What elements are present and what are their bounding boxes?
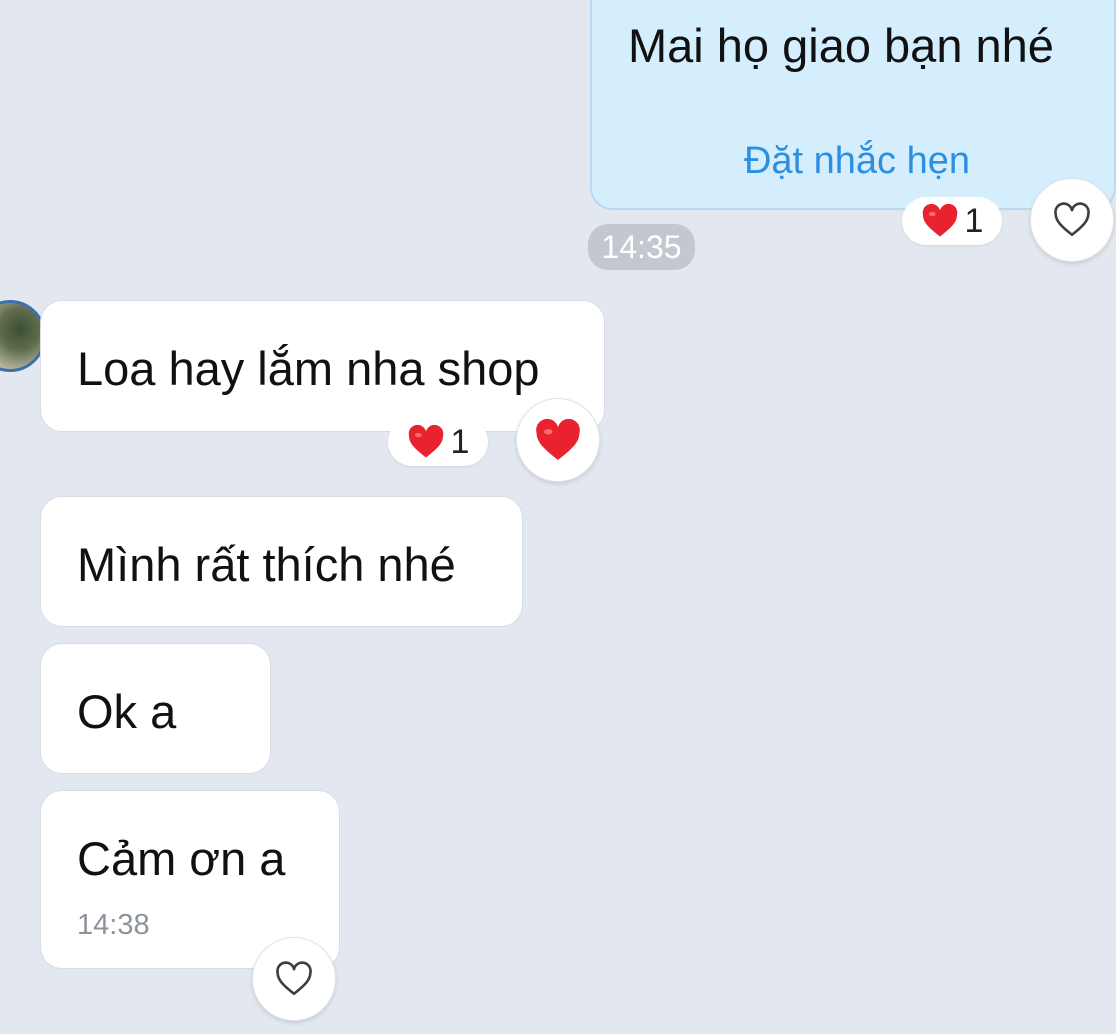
incoming-message-text: Ok a [77,685,177,738]
outgoing-message-text: Mai họ giao bạn nhé [628,19,1054,72]
heart-outline-icon [1052,202,1092,238]
incoming-reaction-count-value: 1 [450,422,470,461]
set-reminder-link[interactable]: Đặt nhắc hẹn [592,142,1114,180]
incoming-message-bubble[interactable]: Loa hay lắm nha shop [40,300,605,432]
red-heart-icon [407,425,445,459]
incoming-react-button[interactable] [252,937,336,1021]
red-heart-icon [534,418,582,462]
time-divider: 14:35 [588,224,695,270]
incoming-reaction-count[interactable]: 1 [388,418,488,466]
outgoing-react-button[interactable] [1030,178,1114,262]
incoming-message-bubble[interactable]: Ok a [40,643,271,774]
incoming-react-button[interactable] [516,398,600,482]
outgoing-message-bubble[interactable]: Mai họ giao bạn nhé Đặt nhắc hẹn [590,0,1116,210]
heart-outline-icon [274,961,314,997]
red-heart-icon [921,204,959,238]
incoming-message-text: Mình rất thích nhé [77,538,456,591]
outgoing-reaction-count[interactable]: 1 [902,197,1002,245]
incoming-message-text: Cảm ơn a [77,832,286,885]
incoming-message-bubble[interactable]: Mình rất thích nhé [40,496,523,627]
message-timestamp: 14:38 [77,909,150,941]
outgoing-reaction-count-value: 1 [964,201,984,240]
incoming-message-text: Loa hay lắm nha shop [77,342,540,395]
